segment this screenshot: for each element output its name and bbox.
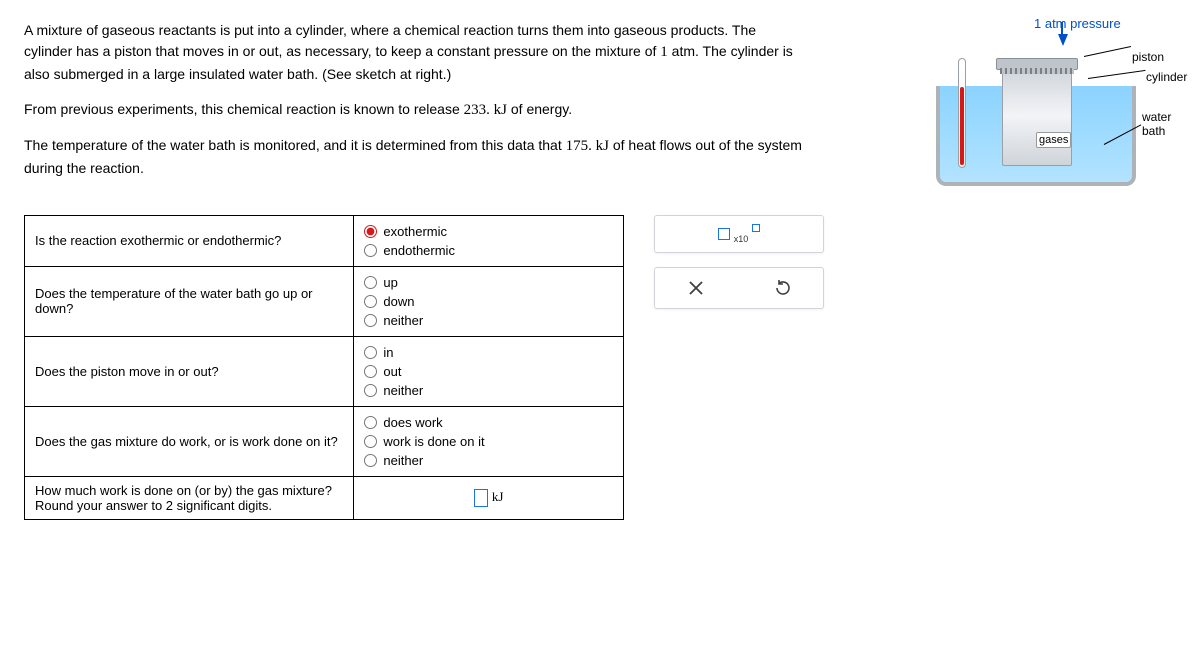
- clear-button[interactable]: [686, 278, 706, 298]
- question-table: Is the reaction exothermic or endothermi…: [24, 215, 624, 520]
- answers-4: does work work is done on it neither: [354, 406, 624, 476]
- radio-in[interactable]: in: [364, 343, 613, 362]
- answers-3: in out neither: [354, 336, 624, 406]
- answers-1: exothermic endothermic: [354, 215, 624, 266]
- x10-label: x10: [734, 234, 749, 244]
- piston-label: piston: [1132, 50, 1164, 64]
- answers-5: kJ: [354, 476, 624, 519]
- gases-label: gases: [1036, 132, 1071, 148]
- pressure-arrow-head: [1058, 34, 1068, 46]
- atm-pressure-label: 1 atm pressure: [1034, 16, 1121, 31]
- reset-icon: [774, 279, 792, 297]
- problem-paragraph-2: From previous experiments, this chemical…: [24, 99, 804, 122]
- box-icon: [718, 228, 730, 240]
- radio-neither-work[interactable]: neither: [364, 451, 613, 470]
- work-input[interactable]: [474, 489, 488, 507]
- radio-down[interactable]: down: [364, 292, 613, 311]
- radio-endothermic[interactable]: endothermic: [364, 241, 613, 260]
- thermometer-graphic: [958, 58, 966, 168]
- water-bath-label: water bath: [1142, 110, 1192, 138]
- work-unit: kJ: [492, 489, 504, 504]
- cylinder-graphic: [1002, 66, 1072, 166]
- action-buttons: [654, 267, 824, 309]
- reset-button[interactable]: [773, 278, 793, 298]
- problem-paragraph-1: A mixture of gaseous reactants is put in…: [24, 20, 804, 85]
- question-4: Does the gas mixture do work, or is work…: [25, 406, 354, 476]
- tool-panel: x10: [654, 215, 824, 309]
- radio-does-work[interactable]: does work: [364, 413, 613, 432]
- leader-line: [1084, 46, 1131, 57]
- answers-2: up down neither: [354, 266, 624, 336]
- radio-neither-temp[interactable]: neither: [364, 311, 613, 330]
- question-3: Does the piston move in or out?: [25, 336, 354, 406]
- question-5: How much work is done on (or by) the gas…: [25, 476, 354, 519]
- x-icon: [688, 280, 704, 296]
- radio-work-done-on-it[interactable]: work is done on it: [364, 432, 613, 451]
- question-2: Does the temperature of the water bath g…: [25, 266, 354, 336]
- problem-sketch: 1 atm pressure piston cylinder water bat…: [932, 12, 1192, 192]
- exponent-box-icon: [752, 224, 760, 232]
- radio-up[interactable]: up: [364, 273, 613, 292]
- problem-paragraph-3: The temperature of the water bath is mon…: [24, 135, 804, 179]
- question-1: Is the reaction exothermic or endothermi…: [25, 215, 354, 266]
- piston-ridges-graphic: [1000, 68, 1074, 74]
- leader-line: [1088, 70, 1146, 79]
- radio-out[interactable]: out: [364, 362, 613, 381]
- exponent-tool[interactable]: x10: [654, 215, 824, 253]
- radio-exothermic[interactable]: exothermic: [364, 222, 613, 241]
- radio-neither-piston[interactable]: neither: [364, 381, 613, 400]
- cylinder-label: cylinder: [1146, 70, 1187, 84]
